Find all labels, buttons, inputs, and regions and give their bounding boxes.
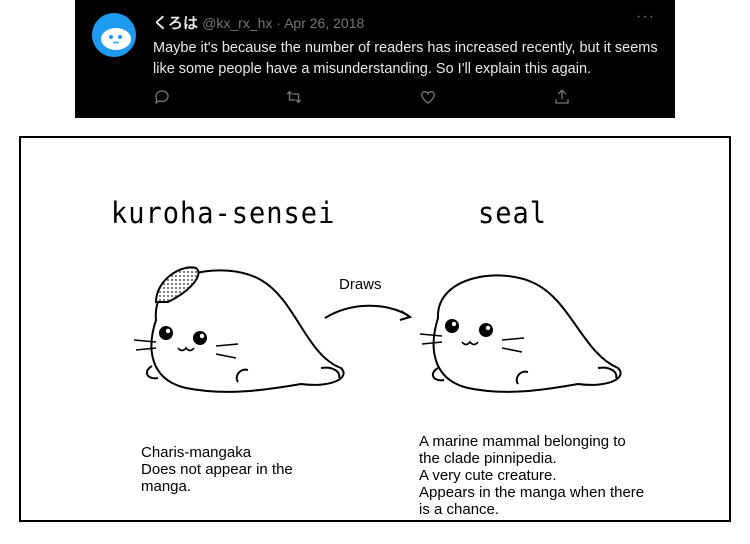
caption-line: Does not appear in the: [141, 461, 293, 478]
caption-line: Charis-mangaka: [141, 444, 252, 461]
separator: ·: [272, 15, 285, 31]
avatar[interactable]: [92, 13, 136, 57]
tweet-header: くろは @kx_rx_hx · Apr 26, 2018: [153, 12, 364, 33]
caption-line: the clade pinnipedia.: [419, 450, 557, 467]
caption-line: A marine mammal belonging to: [419, 433, 626, 450]
caption-line: Appears in the manga when there: [419, 484, 645, 501]
right-title: seal: [478, 196, 548, 231]
retweet-icon[interactable]: [285, 88, 305, 108]
tweet-date[interactable]: Apr 26, 2018: [284, 15, 364, 31]
caption-line: is a chance.: [419, 501, 500, 518]
like-icon[interactable]: [419, 88, 439, 108]
tweet-card: くろは @kx_rx_hx · Apr 26, 2018 ··· Maybe i…: [75, 0, 675, 118]
seal-illustration: [419, 274, 622, 393]
right-caption: A marine mammal belonging to the clade p…: [419, 433, 689, 518]
tweet-actions: [153, 88, 573, 108]
comic-panel: kuroha-sensei seal Draws Charis-mangaka …: [19, 136, 731, 522]
handle[interactable]: @kx_rx_hx: [202, 15, 272, 31]
caption-line: A very cute creature.: [419, 467, 557, 484]
caption-line: manga.: [141, 478, 192, 495]
tweet-text: Maybe it's because the number of readers…: [153, 40, 658, 77]
left-caption: Charis-mangaka Does not appear in the ma…: [141, 444, 341, 495]
more-options-icon[interactable]: ···: [636, 8, 655, 26]
draws-label: Draws: [339, 276, 382, 293]
share-icon[interactable]: [553, 88, 573, 108]
left-title: kuroha-sensei: [111, 196, 336, 231]
reply-icon[interactable]: [153, 88, 173, 108]
display-name[interactable]: くろは: [153, 15, 198, 32]
